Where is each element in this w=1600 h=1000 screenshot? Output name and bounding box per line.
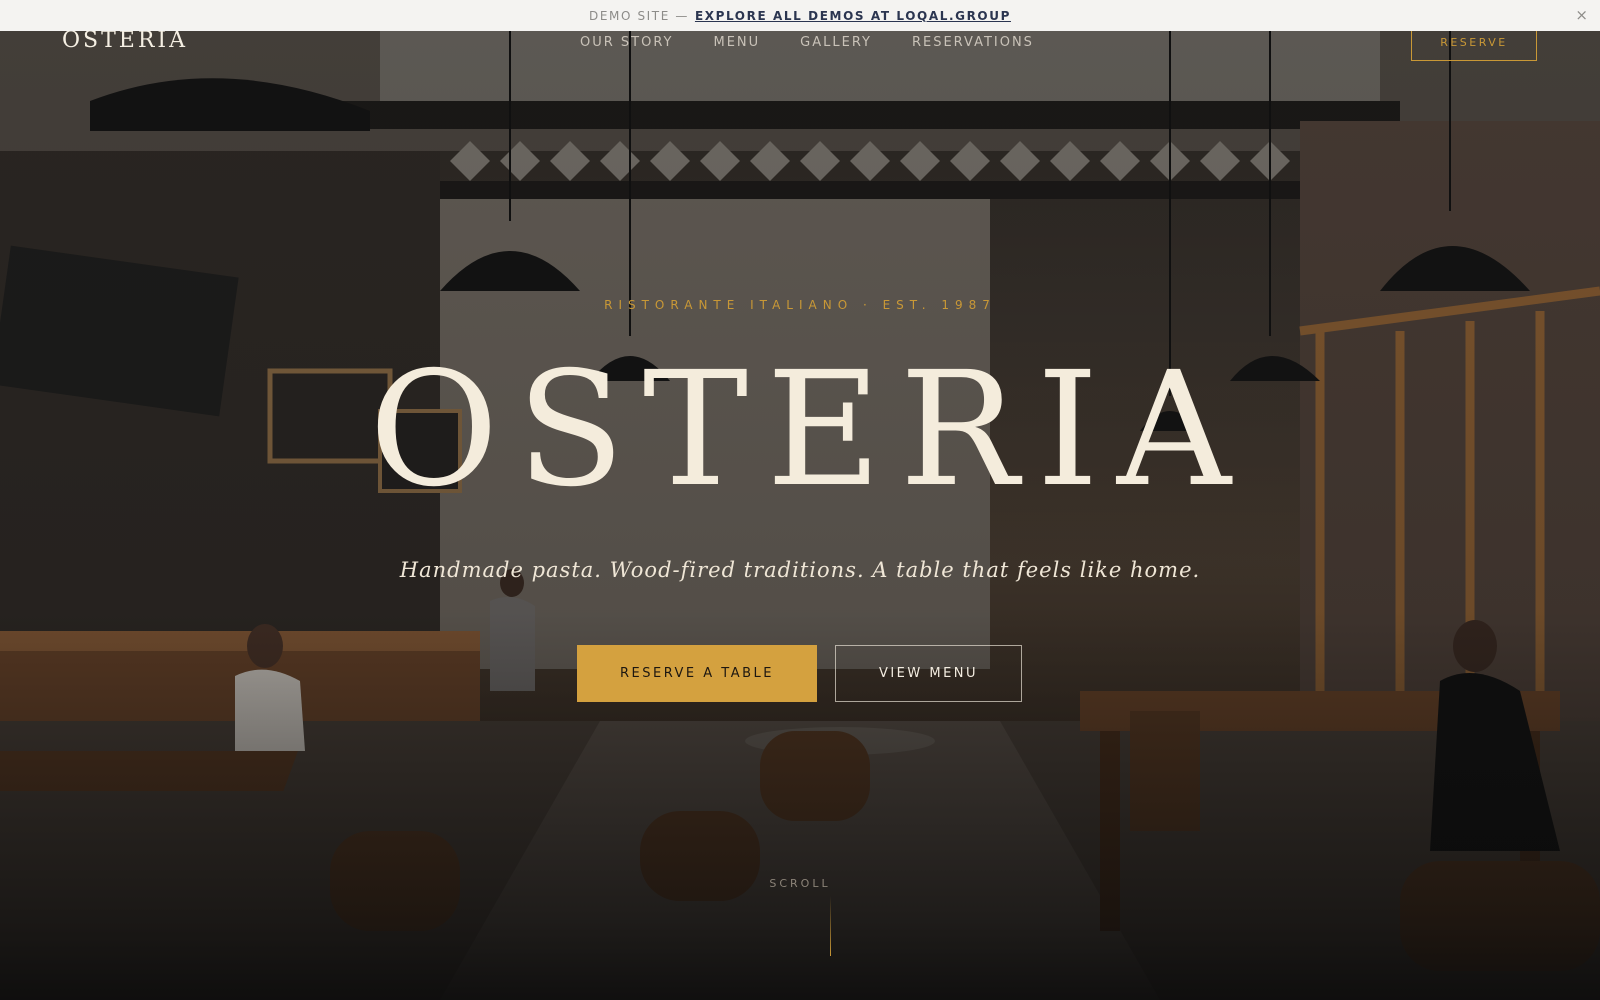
nav-link-our-story[interactable]: OUR STORY <box>580 35 673 50</box>
demo-banner: DEMO SITE — EXPLORE ALL DEMOS AT LOQAL.G… <box>0 0 1600 31</box>
reserve-table-button[interactable]: RESERVE A TABLE <box>577 645 817 702</box>
explore-demos-link[interactable]: EXPLORE ALL DEMOS AT LOQAL.GROUP <box>695 9 1011 23</box>
close-icon[interactable]: × <box>1575 6 1588 24</box>
hero-tagline: Handmade pasta. Wood-fired traditions. A… <box>399 558 1201 582</box>
hero-cta-group: RESERVE A TABLE VIEW MENU <box>577 645 1022 702</box>
site-logo[interactable]: OSTERIA <box>62 28 188 53</box>
view-menu-button[interactable]: VIEW MENU <box>835 645 1022 702</box>
demo-banner-prefix: DEMO SITE — <box>589 8 689 23</box>
scroll-indicator-line <box>830 896 831 956</box>
scroll-indicator-label[interactable]: SCROLL <box>0 877 1600 890</box>
nav-link-gallery[interactable]: GALLERY <box>800 35 872 50</box>
hero-title: OSTERIA <box>369 338 1249 522</box>
main-navigation: OSTERIA OUR STORY MENU GALLERY RESERVATI… <box>0 25 1600 61</box>
hero-eyebrow: RISTORANTE ITALIANO · EST. 1987 <box>604 298 996 312</box>
nav-link-menu[interactable]: MENU <box>713 35 760 50</box>
nav-link-reservations[interactable]: RESERVATIONS <box>912 35 1034 50</box>
nav-links: OUR STORY MENU GALLERY RESERVATIONS <box>580 35 1034 50</box>
